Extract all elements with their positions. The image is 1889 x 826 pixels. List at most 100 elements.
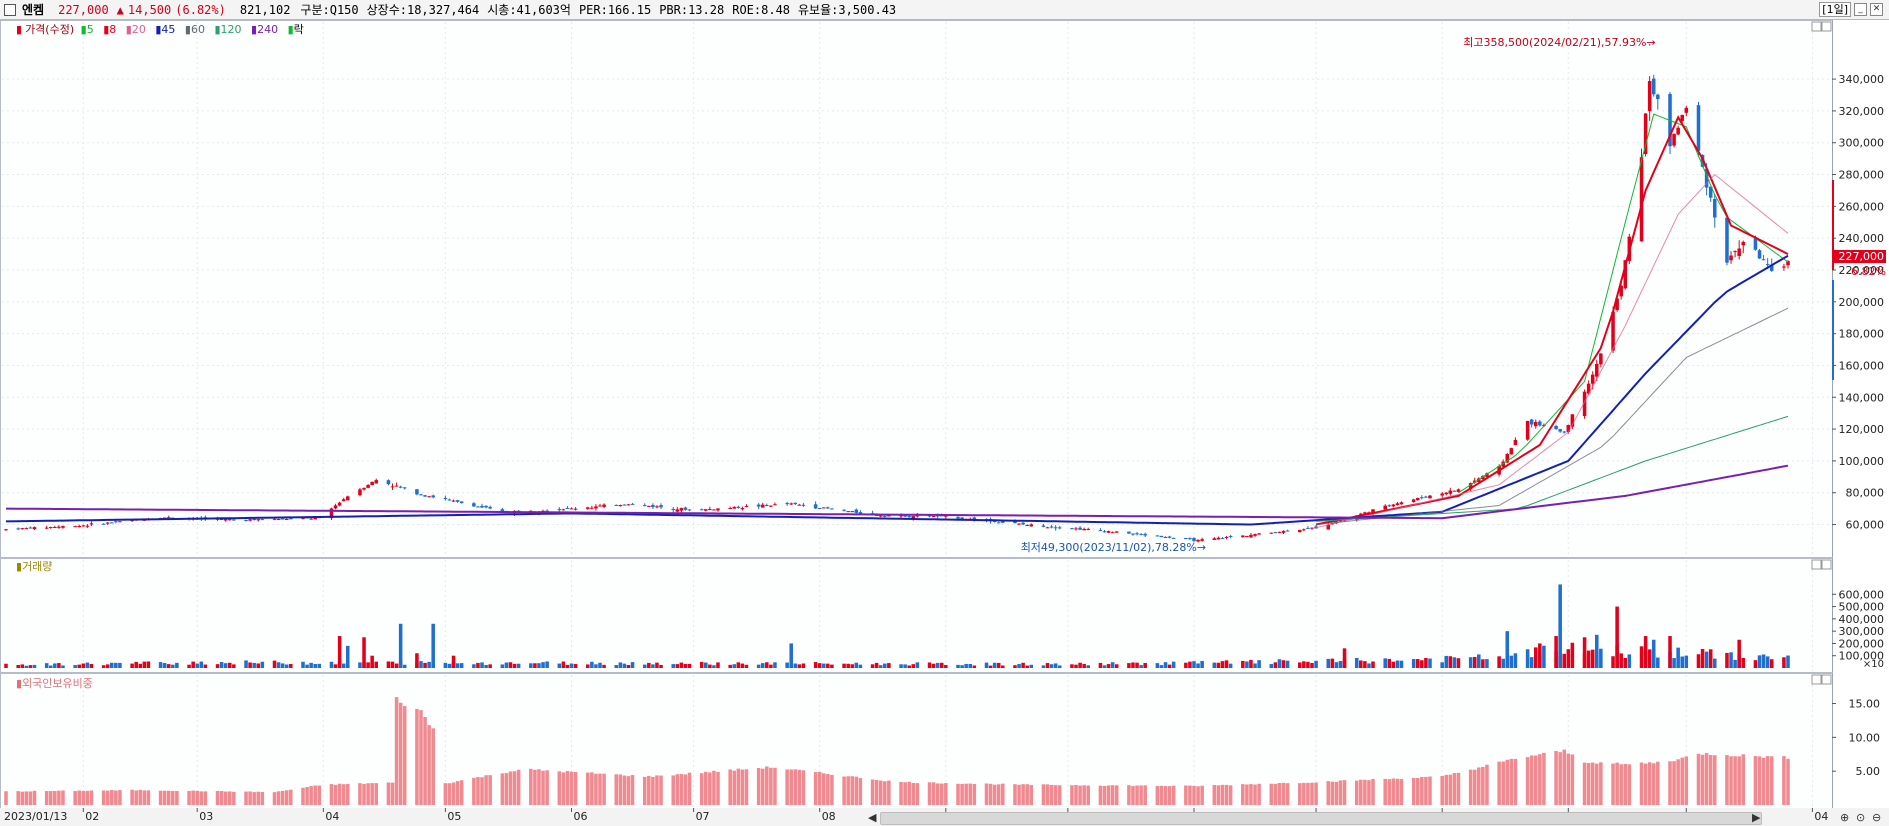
zoom-in-icon[interactable]: ⊕	[1840, 811, 1849, 824]
candle-body	[1184, 538, 1188, 540]
legend-ma5[interactable]: ▮5	[81, 23, 97, 36]
foreign-bar	[1167, 786, 1172, 805]
volume-bar	[512, 663, 517, 668]
volume-bar	[903, 664, 907, 668]
foreign-bar	[1021, 784, 1025, 805]
legend-dividend[interactable]: ▮락	[288, 23, 307, 36]
volume-bar	[1456, 658, 1461, 668]
volume-bar	[455, 663, 460, 668]
candle-body	[704, 509, 708, 511]
foreign-bar	[1188, 785, 1192, 805]
chart-canvas[interactable]: 2023/01/1302030405060708091011122024/010…	[0, 0, 1889, 826]
foreign-bar	[984, 783, 989, 805]
foreign-bar	[1619, 764, 1623, 805]
volume-bar	[1468, 657, 1473, 668]
zoom-out-icon[interactable]: ⊖	[1872, 811, 1881, 824]
foreign-bar	[1765, 756, 1770, 805]
candle-body	[333, 505, 338, 509]
candle-body	[817, 508, 822, 510]
horizontal-scrollbar[interactable]	[880, 812, 1762, 825]
candle-body	[760, 504, 765, 508]
volume-bar	[944, 665, 948, 668]
candle-body	[1013, 521, 1017, 524]
foreign-bar	[1098, 785, 1103, 805]
foreign-bar	[594, 773, 598, 805]
volume-bar	[683, 663, 688, 668]
legend-ma45-label: 45	[161, 23, 176, 36]
volume-bar	[1497, 656, 1501, 668]
volume-bar	[142, 661, 147, 668]
legend-ma20[interactable]: ▮20	[126, 23, 149, 36]
legend-ma5-label: 5	[86, 23, 94, 36]
volume-bar	[854, 662, 859, 668]
volume-bar	[679, 662, 684, 668]
foreign-bar	[1582, 762, 1587, 805]
foreign-bar	[476, 777, 480, 805]
foreign-bar	[1757, 756, 1762, 805]
legend-ma45[interactable]: ▮45	[155, 23, 178, 36]
foreign-bar	[1399, 779, 1404, 805]
volume-bar	[1188, 661, 1192, 668]
volume-bar	[276, 662, 281, 668]
foreign-bar	[423, 716, 427, 805]
volume-bar	[728, 664, 732, 668]
volume-bar	[1533, 647, 1538, 668]
candle-body	[341, 499, 346, 502]
candle-body	[1155, 535, 1160, 537]
foreign-bar	[1639, 762, 1644, 805]
scroll-right-icon[interactable]: ▶	[1752, 811, 1760, 824]
candle-body	[1053, 527, 1058, 529]
foreign-bar	[1741, 754, 1746, 805]
candle-body	[1127, 531, 1131, 534]
volume-spike-bar	[1582, 637, 1587, 668]
foreign-bar	[911, 782, 916, 805]
candle-body	[1171, 537, 1176, 539]
foreign-bar	[1053, 785, 1058, 805]
legend-ma120[interactable]: ▮120	[214, 23, 244, 36]
volume-bar	[423, 662, 427, 668]
volume-bar	[105, 664, 110, 668]
foreign-bar	[81, 790, 86, 805]
zoom-reset-icon[interactable]: ⊙	[1856, 811, 1865, 824]
foreign-bar	[508, 771, 513, 805]
volume-bar	[24, 665, 29, 668]
foreign-bar	[1623, 763, 1628, 805]
foreign-bar	[996, 784, 1001, 805]
volume-bar	[171, 664, 175, 668]
foreign-bar	[366, 783, 370, 805]
candle-body	[1590, 374, 1595, 384]
volume-bar	[1391, 661, 1396, 668]
foreign-bar	[944, 783, 948, 805]
candle-body	[996, 522, 1001, 524]
candle-body	[1647, 81, 1652, 112]
foreign-bar	[1448, 774, 1453, 805]
candle-body	[1057, 527, 1062, 529]
volume-bar	[215, 664, 220, 668]
candle-body	[16, 528, 20, 530]
volume-bar	[1411, 659, 1416, 668]
foreign-bar	[1001, 783, 1005, 805]
legend-ma240[interactable]: ▮240	[251, 23, 281, 36]
volume-bar	[1440, 662, 1444, 668]
foreign-bar	[679, 774, 684, 805]
volume-bar	[443, 662, 448, 668]
foreign-bar	[138, 789, 143, 805]
foreign-bar	[61, 790, 65, 805]
volume-bar	[427, 661, 431, 668]
candle-body	[248, 519, 252, 521]
foreign-bar	[447, 783, 452, 805]
foreign-bar	[199, 791, 204, 805]
candle-body	[232, 519, 236, 521]
candle-body	[1163, 536, 1168, 538]
foreign-bar	[105, 790, 110, 805]
volume-bar	[1367, 663, 1371, 668]
candle-body	[1713, 199, 1717, 218]
legend-ma8[interactable]: ▮8	[103, 23, 119, 36]
scroll-left-icon[interactable]: ◀	[868, 811, 876, 824]
legend-ma60[interactable]: ▮60	[185, 23, 208, 36]
foreign-bar	[1558, 752, 1562, 805]
volume-bar	[769, 664, 773, 668]
panel-maximize-icon	[1811, 559, 1822, 570]
candle-body	[569, 508, 574, 510]
foreign-bar	[931, 782, 936, 805]
